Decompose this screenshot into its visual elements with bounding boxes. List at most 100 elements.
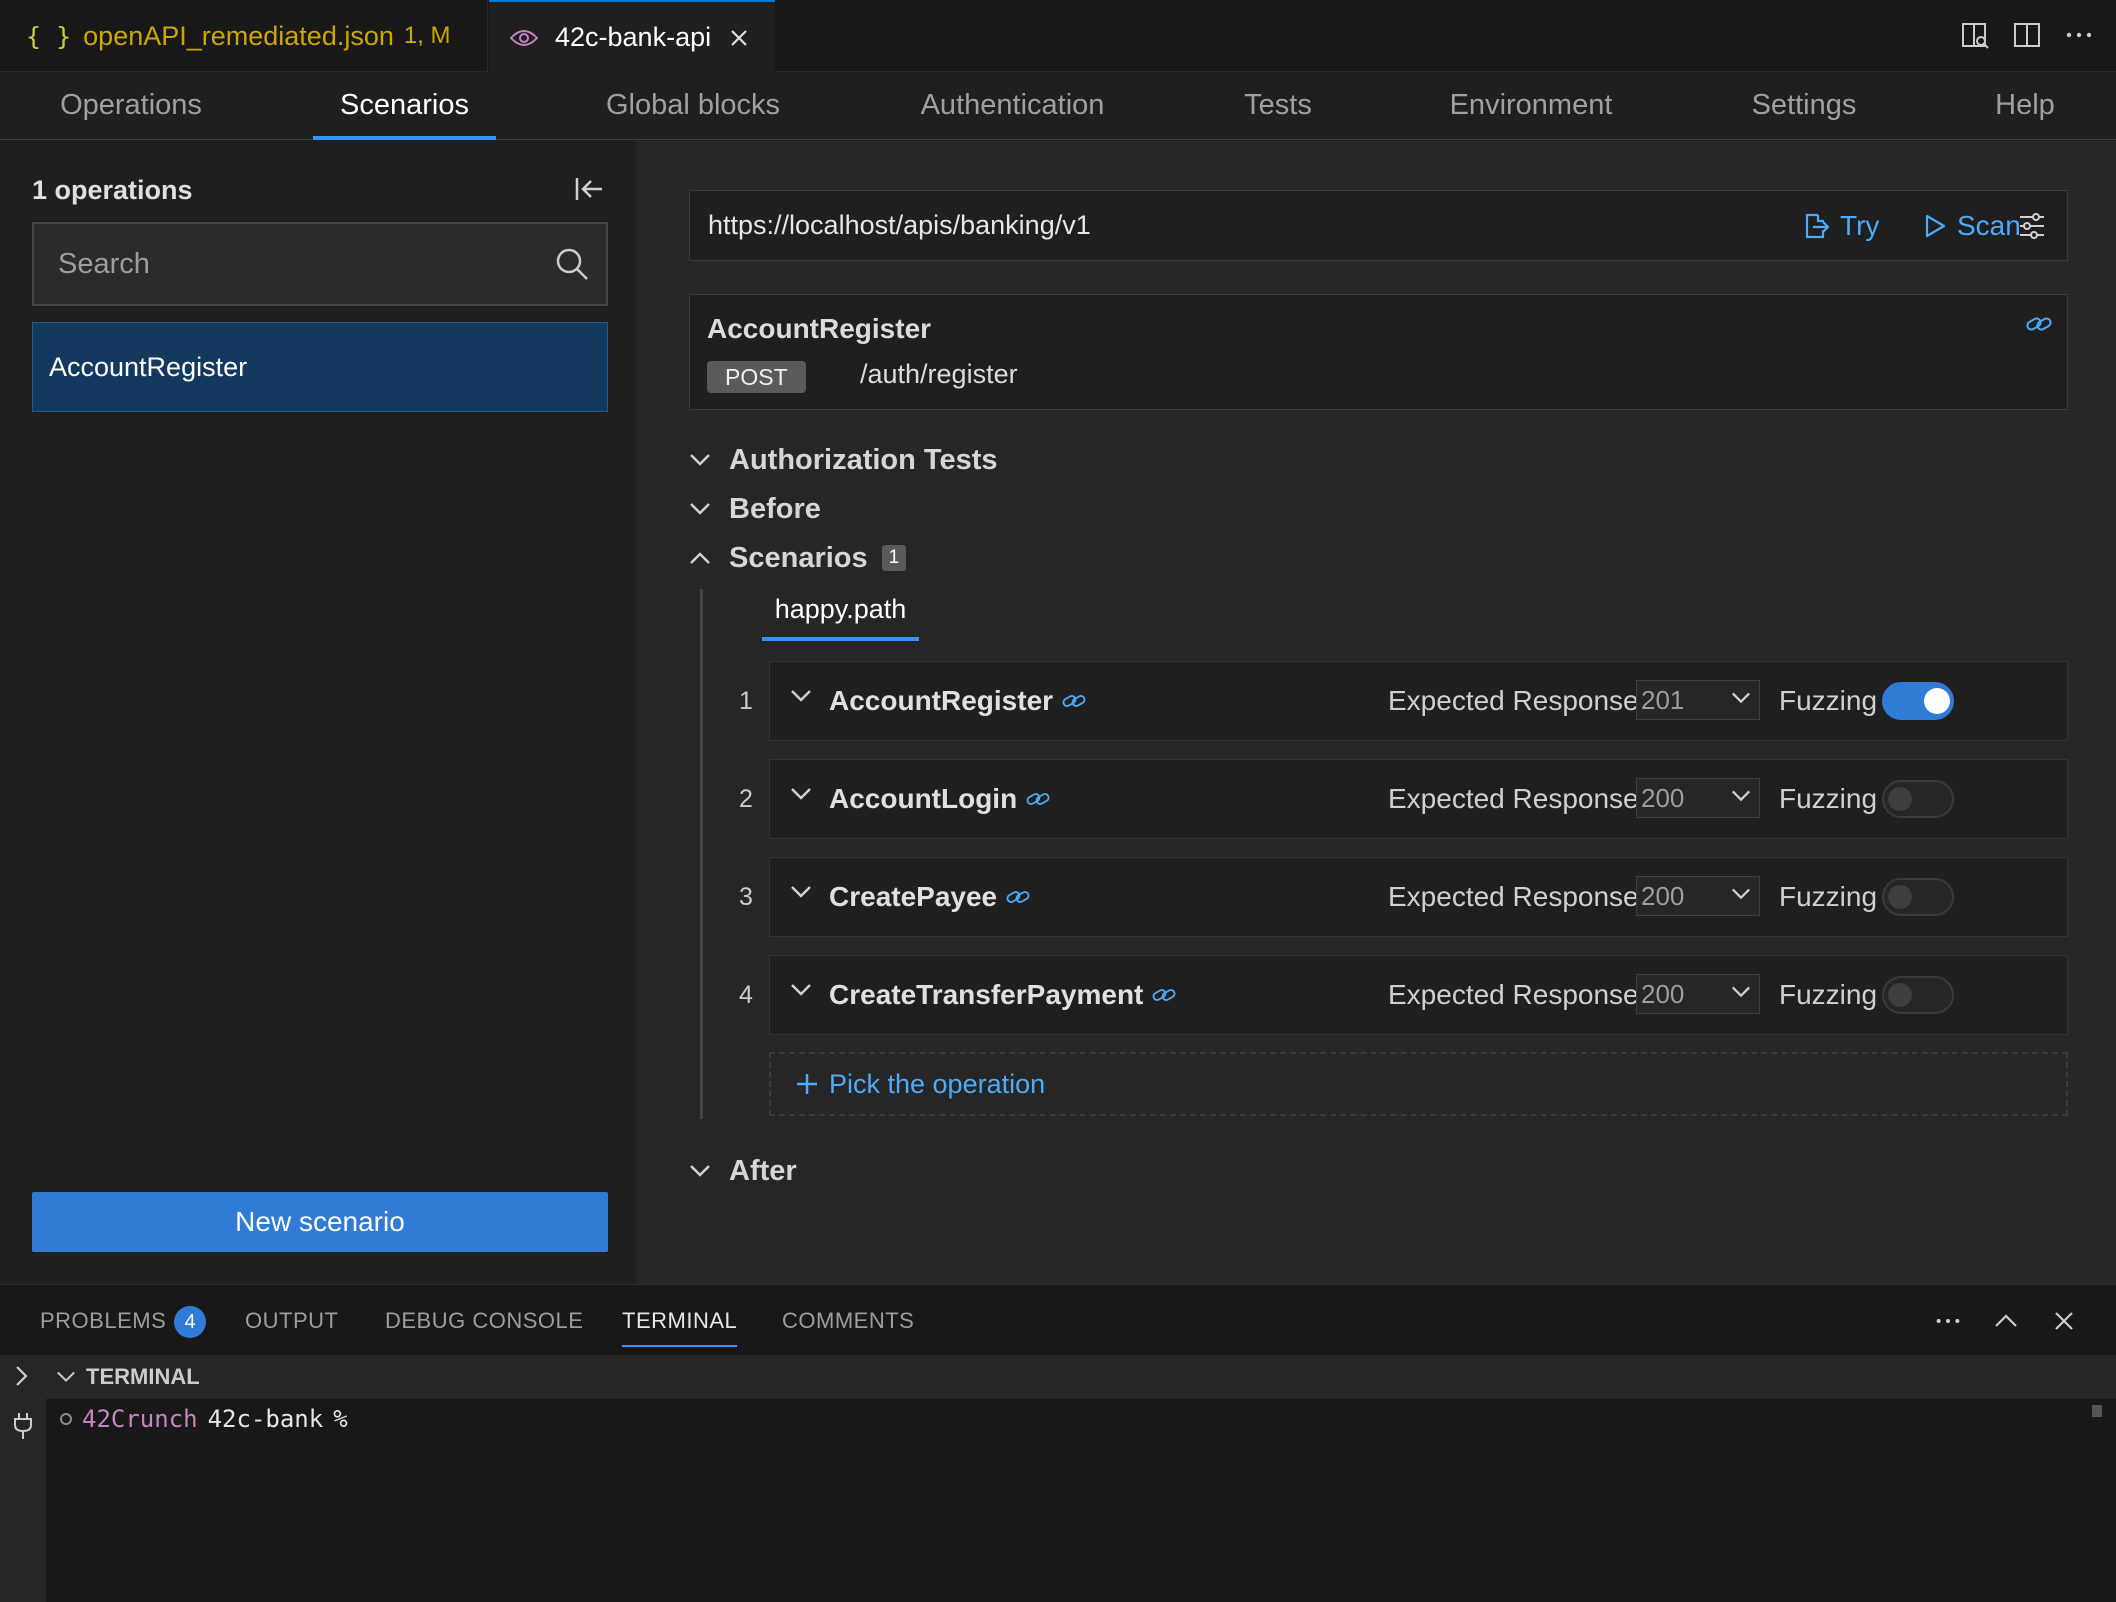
step-row: CreateTransferPayment Expected Response … [769,955,2068,1035]
link-icon[interactable] [1061,691,1087,711]
expected-response-select[interactable]: 200 [1636,974,1760,1014]
scan-label: Scan [1957,209,2021,241]
pick-operation-label: Pick the operation [829,1068,1046,1099]
try-button[interactable]: Try [1802,191,1879,260]
try-icon [1802,212,1830,240]
link-icon[interactable] [1151,985,1177,1005]
step-name-text: AccountRegister [829,685,1054,716]
tab-environment[interactable]: Environment [1440,72,1622,140]
step-number: 4 [739,981,753,1009]
collapse-sidebar-icon[interactable] [574,175,606,203]
tab-tests[interactable]: Tests [1230,72,1326,140]
chevron-down-icon[interactable] [790,787,812,801]
fuzzing-toggle[interactable] [1882,780,1954,818]
terminal-prompt: 42Crunch 42c-bank % [60,1405,348,1433]
tab-scenarios[interactable]: Scenarios [313,72,496,140]
expected-response-value: 200 [1641,881,1685,911]
tab-authentication[interactable]: Authentication [910,72,1115,140]
expected-response-value: 201 [1641,685,1685,715]
panel-tab-output[interactable]: OUTPUT [245,1285,338,1357]
chevron-down-icon[interactable] [790,885,812,899]
tab-global-blocks[interactable]: Global blocks [596,72,790,140]
expected-response-label: Expected Response [1388,881,1639,912]
chevron-right-icon[interactable] [14,1365,30,1387]
section-label: Authorization Tests [729,443,998,476]
search-icon[interactable] [554,246,590,282]
editor-tab-42c-bank-api[interactable]: 42c-bank-api [489,0,775,73]
close-panel-icon[interactable] [2050,1307,2078,1335]
step-name: AccountLogin [829,760,1051,838]
expected-response-label: Expected Response [1388,979,1639,1010]
fuzzing-label: Fuzzing [1779,783,1878,814]
prompt-status-icon [60,1413,72,1425]
fuzzing-toggle[interactable] [1882,682,1954,720]
more-actions-icon[interactable] [1934,1307,1962,1335]
webview-nav: Operations Scenarios Global blocks Authe… [0,72,2116,140]
panel-tab-label: PROBLEMS [40,1308,167,1333]
step-name-text: CreatePayee [829,881,998,912]
link-icon[interactable] [2025,313,2053,335]
section-label: Before [729,492,821,525]
json-braces-icon: { } [26,21,72,51]
fuzzing-toggle[interactable] [1882,976,1954,1014]
split-editor-icon[interactable] [2012,20,2042,50]
close-icon[interactable] [729,28,749,48]
expected-response-select[interactable]: 201 [1636,680,1760,720]
bottom-panel: PROBLEMS 4 OUTPUT DEBUG CONSOLE TERMINAL … [0,1284,2116,1602]
play-icon [1923,213,1947,239]
expected-response-label: Expected Response [1388,783,1639,814]
operation-title: AccountRegister [707,313,932,344]
scenario-editor: https://localhost/apis/banking/v1 Try Sc… [639,141,2116,1284]
step-name-text: AccountLogin [829,783,1018,814]
tab-settings[interactable]: Settings [1742,72,1866,140]
maximize-panel-icon[interactable] [1992,1307,2020,1335]
chevron-down-icon [1731,789,1751,803]
tab-help[interactable]: Help [1986,72,2064,140]
fuzzing-toggle[interactable] [1882,878,1954,916]
terminal-section-toggle[interactable]: TERMINAL [56,1355,200,1399]
chevron-down-icon [1731,887,1751,901]
expected-response-select[interactable]: 200 [1636,876,1760,916]
panel-tab-comments[interactable]: COMMENTS [782,1285,914,1357]
step-name: CreatePayee [829,858,1031,936]
fuzzing-label: Fuzzing [1779,881,1878,912]
expected-response-select[interactable]: 200 [1636,778,1760,818]
section-after[interactable]: After [689,1151,797,1191]
tab-operations[interactable]: Operations [48,72,214,140]
link-icon[interactable] [1025,789,1051,809]
method-badge: POST [707,361,806,393]
step-name: AccountRegister [829,662,1087,740]
chevron-down-icon [1731,985,1751,999]
more-actions-icon[interactable] [2064,20,2094,50]
editor-tab-openapi-json[interactable]: { } openAPI_remediated.json 1, M [0,0,488,72]
chevron-down-icon[interactable] [790,689,812,703]
open-preview-icon[interactable] [1960,20,1990,50]
sliders-icon[interactable] [2017,211,2047,241]
server-url[interactable]: https://localhost/apis/banking/v1 [708,191,1091,260]
eye-icon [509,28,539,48]
pick-operation-button[interactable]: Pick the operation [769,1052,2068,1116]
section-scenarios[interactable]: Scenarios 1 [689,538,907,578]
fuzzing-label: Fuzzing [1779,685,1878,716]
search-input[interactable] [58,224,528,304]
scan-button[interactable]: Scan [1923,191,2021,260]
section-authorization-tests[interactable]: Authorization Tests [689,440,998,480]
expected-response-value: 200 [1641,783,1685,813]
panel-tab-problems[interactable]: PROBLEMS 4 [40,1285,207,1357]
link-icon[interactable] [1005,887,1031,907]
editor-tab-badge: 1, M [403,22,451,49]
step-name: CreateTransferPayment [829,956,1177,1034]
new-scenario-button[interactable]: New scenario [32,1192,608,1252]
terminal-scrollbar[interactable] [2092,1405,2102,1417]
terminal-output[interactable]: 42Crunch 42c-bank % [46,1399,2116,1602]
terminal-header: TERMINAL [0,1355,2116,1399]
scenario-tab-happy-path[interactable]: happy.path [762,583,919,641]
chevron-down-icon[interactable] [790,983,812,997]
panel-tab-terminal[interactable]: TERMINAL [622,1285,738,1357]
panel-tab-debug-console[interactable]: DEBUG CONSOLE [385,1285,583,1357]
section-before[interactable]: Before [689,489,821,529]
panel-actions [1934,1307,2078,1335]
operation-card: AccountRegister POST /auth/register [689,294,2068,410]
sidebar-item-accountregister[interactable]: AccountRegister [32,322,608,412]
step-number: 2 [739,785,753,813]
